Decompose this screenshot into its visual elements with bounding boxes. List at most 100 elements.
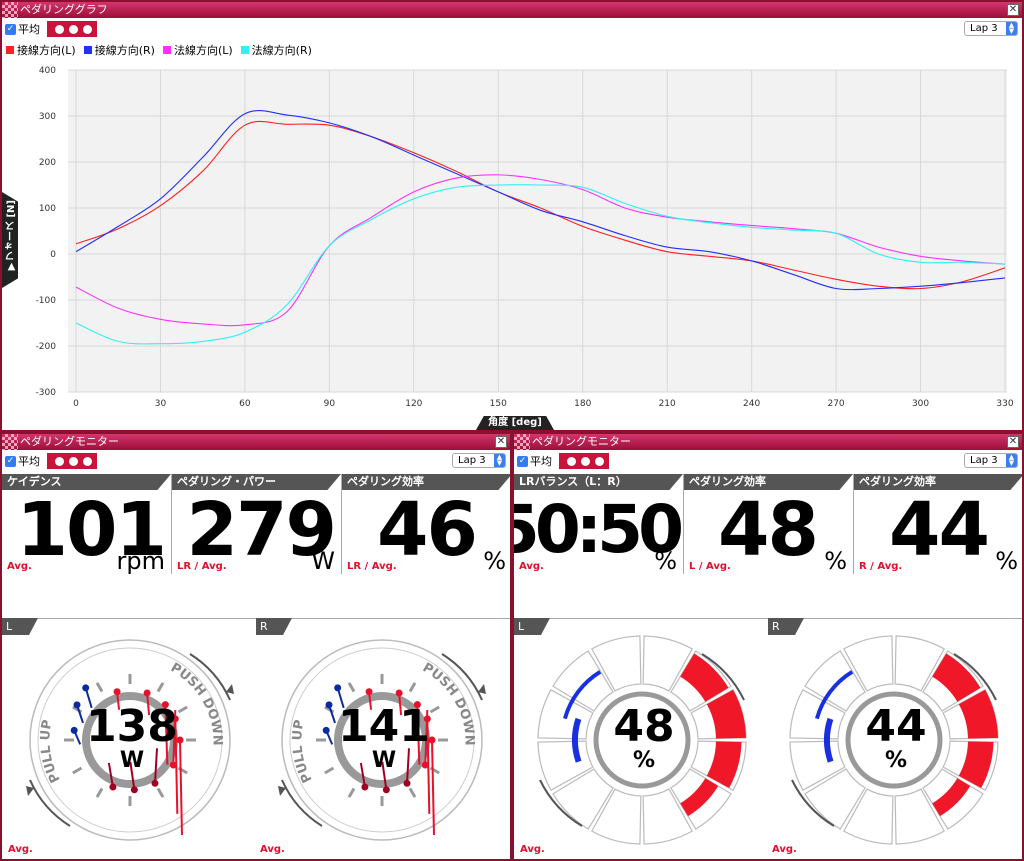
vector-head xyxy=(365,688,373,696)
title-pattern xyxy=(2,434,18,450)
pull-up-label: PULL UP xyxy=(290,719,315,785)
left-power-unit: W xyxy=(119,748,145,773)
pull-up-label-path: PULL UP xyxy=(290,719,315,785)
y-tick-label: 0 xyxy=(50,250,56,260)
vector-head xyxy=(143,689,151,697)
left-efficiency-dial-unit: % xyxy=(632,748,656,773)
left-dial-avg: Avg. xyxy=(8,844,33,855)
right-eff-dial-avg: Avg. xyxy=(772,844,797,855)
x-tick-label: 0 xyxy=(73,399,79,409)
vector-head xyxy=(109,783,117,791)
right-efficiency-metric: ペダリング効率 44 % R / Avg. xyxy=(854,474,1022,575)
tick-mark xyxy=(408,787,417,798)
x-tick-label: 30 xyxy=(155,399,167,409)
tick-mark xyxy=(347,787,356,798)
lr-balance-heading: LRバランス（L：R） xyxy=(514,474,683,490)
power-avg-label: LR / Avg. xyxy=(177,561,227,572)
left-power-number: 138 xyxy=(86,701,178,752)
right-power-number: 141 xyxy=(338,701,430,752)
x-tick-label: 240 xyxy=(743,399,760,409)
pull-up-label: PULL UP xyxy=(38,719,63,785)
left-efficiency-dial-number: 48 xyxy=(613,701,675,752)
tick-mark xyxy=(156,787,165,798)
efficiency-avg-label: LR / Avg. xyxy=(347,561,397,572)
tick-mark xyxy=(347,682,356,693)
efficiency-metric: ペダリング効率 46 % LR / Avg. xyxy=(342,474,510,574)
y-tick-label: -200 xyxy=(36,342,57,352)
right-efficiency-dial-number: 44 xyxy=(865,701,927,752)
left-efficiency-unit: % xyxy=(824,547,847,575)
brand-logo xyxy=(558,452,610,470)
cadence-metric: ケイデンス 101 rpm Avg. xyxy=(2,474,172,574)
y-tick-label: -100 xyxy=(36,296,57,306)
right-efficiency-unit: % xyxy=(995,547,1018,575)
left-efficiency-value: 48 xyxy=(718,487,819,573)
left-efficiency-avg-label: L / Avg. xyxy=(689,561,731,572)
x-tick-label: 300 xyxy=(912,399,929,409)
title-pattern xyxy=(514,434,530,450)
plot-area xyxy=(68,70,1007,392)
monitor-left-lap-value: Lap 3 xyxy=(458,455,486,466)
graph-close-button[interactable]: ✕ xyxy=(1007,4,1019,16)
tick-mark xyxy=(95,787,104,798)
vector-head xyxy=(82,684,90,692)
xaxis-tab[interactable]: 角度 [deg] xyxy=(476,416,554,430)
monitor-left-avg-checkbox[interactable]: ✓ 平均 xyxy=(5,453,40,469)
monitor-left-avg-label: 平均 xyxy=(18,455,40,468)
cadence-avg-label: Avg. xyxy=(7,561,32,572)
x-tick-label: 120 xyxy=(405,399,422,409)
vector-head xyxy=(382,786,390,794)
vector-head xyxy=(334,684,342,692)
graph-titlebar[interactable]: ペダリンググラフ ✕ xyxy=(2,2,1022,18)
monitor-right-lap-value: Lap 3 xyxy=(970,455,998,466)
right-efficiency-value: 44 xyxy=(889,487,990,573)
pull-up-label-path: PULL UP xyxy=(38,719,63,785)
vector-head xyxy=(361,783,369,791)
rotation-arrow-icon xyxy=(281,779,323,827)
vector-head xyxy=(130,786,138,794)
select-arrow-icon: ▲ ▼ xyxy=(1006,454,1017,467)
x-tick-label: 90 xyxy=(324,399,336,409)
yaxis-label: ▼フォース [N] xyxy=(6,200,17,272)
graph-title: ペダリンググラフ xyxy=(20,3,108,16)
yaxis-tab[interactable]: ▼フォース [N] xyxy=(2,192,18,288)
vector-head xyxy=(113,688,121,696)
monitor-right-avg-label: 平均 xyxy=(530,455,552,468)
tick-mark xyxy=(95,682,104,693)
right-power-value: 141 W xyxy=(324,704,444,772)
lr-balance-metric: LRバランス（L：R） 50:50 % Avg. xyxy=(514,474,684,574)
right-efficiency-avg-label: R / Avg. xyxy=(859,561,903,572)
y-tick-label: 300 xyxy=(39,112,56,122)
x-tick-label: 330 xyxy=(996,399,1013,409)
pedaling-monitor-right: ペダリングモニター ✕ ✓ 平均 Lap 3 ▲ ▼ LRバランス（L：R） 50:… xyxy=(512,432,1024,861)
right-power-unit: W xyxy=(371,748,397,773)
right-dial-avg: Avg. xyxy=(260,844,285,855)
x-tick-label: 210 xyxy=(659,399,676,409)
pedaling-line-chart: 400 300 200 100 0 -100 -200 -300 0 30 60 90 120 150 18… xyxy=(36,66,1014,409)
monitor-left-lap-select[interactable]: Lap 3 ▲ ▼ xyxy=(452,453,506,468)
y-tick-label: 100 xyxy=(39,204,56,214)
lr-balance-avg-label: Avg. xyxy=(519,561,544,572)
monitor-right-lap-select[interactable]: Lap 3 ▲ ▼ xyxy=(964,453,1018,468)
monitor-right-avg-checkbox[interactable]: ✓ 平均 xyxy=(517,453,552,469)
cadence-unit: rpm xyxy=(116,547,165,575)
vector-head xyxy=(395,689,403,697)
monitor-right-close-button[interactable]: ✕ xyxy=(1007,436,1019,448)
monitor-left-title: ペダリングモニター xyxy=(20,435,119,448)
select-arrow-icon: ▲ ▼ xyxy=(494,454,505,467)
title-pattern xyxy=(2,2,18,18)
monitor-left-close-button[interactable]: ✕ xyxy=(495,436,507,448)
left-efficiency-metric: ペダリング効率 48 % L / Avg. xyxy=(684,474,854,574)
left-efficiency-dial-value: 48 % xyxy=(584,704,704,772)
left-eff-dial-avg: Avg. xyxy=(520,844,545,855)
monitor-right-titlebar[interactable]: ペダリングモニター ✕ xyxy=(514,434,1022,450)
tick-mark xyxy=(408,682,417,693)
lr-balance-unit: % xyxy=(654,547,677,575)
y-tick-label: 200 xyxy=(39,158,56,168)
tick-mark xyxy=(156,682,165,693)
left-power-value: 138 W xyxy=(72,704,192,772)
efficiency-value: 46 xyxy=(377,487,478,573)
monitor-left-titlebar[interactable]: ペダリングモニター ✕ xyxy=(2,434,510,450)
monitor-left-toolbar: ✓ 平均 Lap 3 ▲ ▼ xyxy=(2,450,510,472)
power-metric: ペダリング・パワー 279 W LR / Avg. xyxy=(172,474,342,574)
